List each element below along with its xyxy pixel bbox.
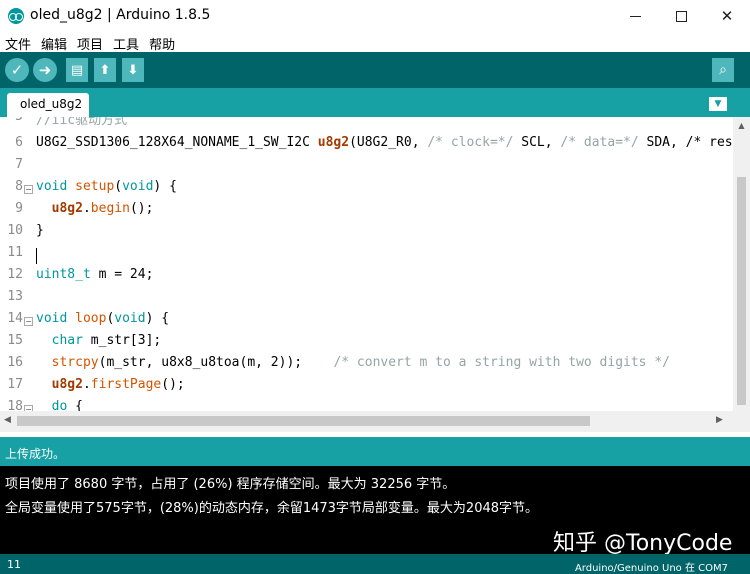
scroll-up-icon[interactable]: ▲	[733, 117, 750, 134]
minimize-button[interactable]	[612, 0, 658, 32]
scroll-left-icon[interactable]: ◀	[4, 415, 11, 425]
code-line: 6 U8G2_SSD1306_128X64_NONAME_1_SW_I2C u8…	[0, 135, 733, 157]
open-button[interactable]: ⬆	[94, 58, 116, 82]
arrow-down-icon: ⬇	[127, 62, 139, 78]
code-line: 5 //iic驱动方式	[0, 117, 733, 131]
arduino-logo-icon	[8, 8, 24, 24]
code-text: uint8_t m = 24;	[36, 267, 154, 282]
save-button[interactable]: ⬇	[122, 58, 144, 82]
tab-bar: oled_u8g2	[0, 88, 750, 117]
horizontal-scrollbar[interactable]: ◀ ▶	[0, 411, 733, 432]
vertical-scrollbar[interactable]: ▲	[733, 117, 750, 411]
line-number: 15	[7, 333, 23, 348]
code-text: //iic驱动方式	[36, 117, 127, 128]
menu-help[interactable]: 帮助	[144, 32, 180, 53]
menu-tools[interactable]: 工具	[108, 32, 144, 53]
menu-sketch[interactable]: 项目	[72, 32, 108, 53]
footer-bar: 11 Arduino/Genuino Uno 在 COM7	[0, 554, 750, 574]
scroll-corner	[733, 411, 750, 432]
arrow-up-icon: ⬆	[99, 62, 111, 78]
upload-button[interactable]: ➜	[33, 58, 57, 82]
code-line: 13	[0, 289, 733, 311]
console-line: 项目使用了 8680 字节，占用了 (26%) 程序存储空间。最大为 32256…	[5, 477, 456, 492]
line-number: 14	[7, 311, 23, 326]
verify-button[interactable]: ✓	[5, 58, 29, 82]
menu-file[interactable]: 文件	[0, 32, 36, 53]
toolbar: ✓ ➜ ▤ ⬆ ⬇	[0, 52, 750, 88]
comment-text: //iic驱动方式	[36, 117, 128, 128]
line-number: 16	[7, 355, 23, 370]
current-line-number: 11	[7, 558, 21, 571]
new-button[interactable]: ▤	[66, 58, 88, 82]
triangle-down-icon: ▼	[714, 99, 722, 109]
code-text: }	[36, 223, 44, 238]
code-line: 16 strcpy(m_str, u8x8_u8toa(m, 2)); /* c…	[0, 355, 733, 377]
line-number: 17	[7, 377, 23, 392]
console-line: 全局变量使用了575字节，(28%)的动态内存，余留1473字节局部变量。最大为…	[5, 501, 539, 516]
horizontal-scroll-thumb[interactable]	[17, 416, 590, 426]
code-line: 11	[0, 245, 733, 267]
title-bar: oled_u8g2 | Arduino 1.8.5 ✕	[0, 0, 750, 32]
code-text: u8g2.firstPage();	[51, 377, 185, 392]
arrow-right-icon: ➜	[38, 61, 52, 79]
line-number: 6	[15, 135, 23, 150]
code-line: 7	[0, 157, 733, 179]
code-line: 9 u8g2.begin();	[0, 201, 733, 223]
watermark-text: 知乎 @TonyCode	[553, 531, 733, 556]
code-line: 15 char m_str[3];	[0, 333, 733, 355]
magnifier-icon: ⌕	[719, 62, 727, 78]
menu-bar: 文件 编辑 项目 工具 帮助	[0, 32, 750, 53]
check-icon: ✓	[10, 61, 24, 79]
line-number: 12	[7, 267, 23, 282]
close-icon: ✕	[720, 7, 734, 25]
status-message: 上传成功。	[5, 447, 66, 461]
vertical-scroll-thumb[interactable]	[737, 177, 746, 405]
line-number: 9	[15, 201, 23, 216]
serial-monitor-button[interactable]: ⌕	[712, 58, 734, 82]
line-number: 7	[15, 157, 23, 172]
document-icon: ▤	[70, 62, 84, 78]
maximize-icon	[675, 10, 687, 22]
status-bar: 上传成功。	[0, 437, 750, 466]
tab-menu-button[interactable]: ▼	[709, 97, 727, 111]
menu-edit[interactable]: 编辑	[36, 32, 72, 53]
code-line: 18 − do {	[0, 399, 733, 411]
text-caret	[36, 248, 37, 264]
fold-toggle[interactable]: −	[24, 317, 33, 326]
fold-toggle[interactable]: −	[24, 185, 33, 194]
line-number: 13	[7, 289, 23, 304]
minimize-icon	[629, 15, 641, 17]
window-title: oled_u8g2 | Arduino 1.8.5	[30, 7, 211, 23]
line-number: 11	[7, 245, 23, 260]
close-button[interactable]: ✕	[704, 0, 750, 32]
line-number: 8	[15, 179, 23, 194]
code-line: 8 − void setup(void) {	[0, 179, 733, 201]
code-line: 14 − void loop(void) {	[0, 311, 733, 333]
code-text: u8g2.begin();	[51, 201, 154, 216]
code-text: void setup(void) {	[36, 179, 177, 194]
line-number: 5	[0, 117, 23, 124]
scroll-right-icon[interactable]: ▶	[716, 415, 723, 425]
code-line: 17 u8g2.firstPage();	[0, 377, 733, 399]
code-editor[interactable]: 5 //iic驱动方式 6 U8G2_SSD1306_128X64_NONAME…	[0, 117, 733, 411]
code-text: strcpy(m_str, u8x8_u8toa(m, 2)); /* conv…	[51, 355, 670, 370]
line-number: 18	[7, 399, 23, 411]
code-line: 12 uint8_t m = 24;	[0, 267, 733, 289]
code-line: 10 }	[0, 223, 733, 245]
code-text: void loop(void) {	[36, 311, 170, 326]
tab-oled-u8g2[interactable]: oled_u8g2	[7, 93, 89, 117]
code-text: U8G2_SSD1306_128X64_NONAME_1_SW_I2C u8g2…	[36, 135, 733, 150]
code-text: do {	[51, 399, 83, 411]
board-port-label: Arduino/Genuino Uno 在 COM7	[574, 563, 728, 574]
maximize-button[interactable]	[658, 0, 704, 32]
code-text: char m_str[3];	[51, 333, 162, 348]
line-number: 10	[7, 223, 23, 238]
